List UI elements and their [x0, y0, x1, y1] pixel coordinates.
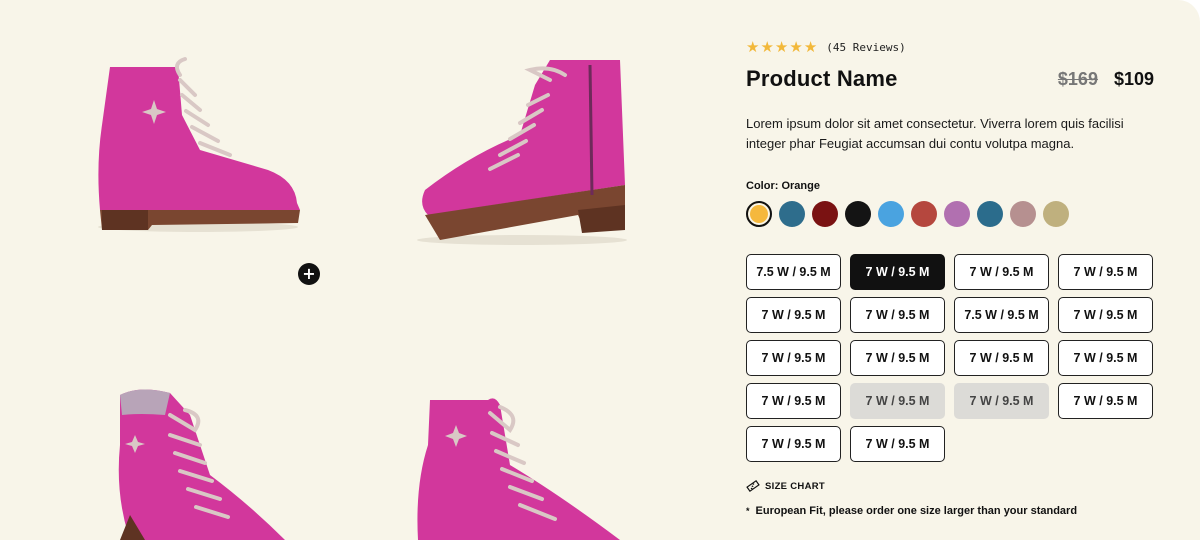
size-option[interactable]: 7 W / 9.5 M	[850, 426, 945, 462]
size-option[interactable]: 7 W / 9.5 M	[954, 254, 1049, 290]
boot-image-angle[interactable]	[410, 385, 625, 540]
star-icon: ★	[774, 38, 789, 56]
color-swatch[interactable]	[746, 201, 772, 227]
star-icon: ★	[746, 38, 760, 56]
product-name: Product Name	[746, 66, 898, 91]
boot-image-front[interactable]	[100, 385, 290, 540]
product-description: Lorem ipsum dolor sit amet consectetur. …	[746, 116, 1124, 151]
product-gallery: +	[0, 0, 730, 540]
price-group: $169 $109	[1058, 69, 1154, 90]
size-option[interactable]: 7 W / 9.5 M	[746, 426, 841, 462]
color-swatch[interactable]	[845, 201, 871, 227]
size-option[interactable]: 7 W / 9.5 M	[850, 254, 945, 290]
size-option[interactable]: 7 W / 9.5 M	[850, 297, 945, 333]
color-swatch[interactable]	[911, 201, 937, 227]
fit-note-text: European Fit, please order one size larg…	[755, 505, 1078, 517]
size-option[interactable]: 7 W / 9.5 M	[746, 340, 841, 376]
title-row: Product Name $169 $109	[746, 64, 1154, 94]
boot-image-side[interactable]	[90, 55, 305, 235]
fit-note: * European Fit, please order one size la…	[746, 505, 1154, 517]
color-swatch[interactable]	[977, 201, 1003, 227]
size-option[interactable]: 7.5 W / 9.5 M	[746, 254, 841, 290]
color-swatch[interactable]	[812, 201, 838, 227]
ruler-icon	[746, 479, 760, 493]
size-option[interactable]: 7 W / 9.5 M	[1058, 383, 1153, 419]
size-option[interactable]: 7 W / 9.5 M	[850, 340, 945, 376]
color-swatch[interactable]	[1043, 201, 1069, 227]
size-option[interactable]: 7 W / 9.5 M	[746, 297, 841, 333]
color-swatch[interactable]	[779, 201, 805, 227]
size-chart-link[interactable]: SIZE CHART	[746, 479, 1154, 493]
rating: ★ ★ ★ ★ ★ (45 Reviews)	[746, 38, 1154, 56]
size-option[interactable]: 7 W / 9.5 M	[746, 383, 841, 419]
star-icon: ★	[789, 38, 803, 56]
asterisk: *	[746, 506, 750, 516]
sale-price: $109	[1113, 68, 1154, 89]
size-option[interactable]: 7 W / 9.5 M	[1058, 340, 1153, 376]
product-card: + ★ ★ ★ ★ ★ (45 Reviews) Product Name $1…	[0, 0, 1200, 540]
product-info: ★ ★ ★ ★ ★ (45 Reviews) Product Name $169…	[746, 38, 1154, 517]
size-option[interactable]: 7 W / 9.5 M	[954, 340, 1049, 376]
original-price: $169	[1057, 68, 1098, 89]
size-option: 7 W / 9.5 M	[954, 383, 1049, 419]
size-option[interactable]: 7 W / 9.5 M	[1058, 297, 1153, 333]
color-label: Color: Orange	[746, 180, 820, 192]
size-option: 7 W / 9.5 M	[850, 383, 945, 419]
boot-image-inner[interactable]	[410, 55, 635, 250]
plus-icon[interactable]: +	[298, 263, 320, 285]
star-icon: ★	[803, 38, 818, 56]
color-swatch[interactable]	[878, 201, 904, 227]
color-swatch[interactable]	[944, 201, 970, 227]
size-grid: 7.5 W / 9.5 M7 W / 9.5 M7 W / 9.5 M7 W /…	[746, 254, 1154, 462]
size-chart-label: SIZE CHART	[765, 480, 825, 492]
color-swatch[interactable]	[1010, 201, 1036, 227]
star-icon: ★	[760, 38, 774, 56]
size-option[interactable]: 7 W / 9.5 M	[1058, 254, 1153, 290]
reviews-link[interactable]: (45 Reviews)	[826, 41, 905, 54]
color-swatches	[746, 201, 1154, 227]
size-option[interactable]: 7.5 W / 9.5 M	[954, 297, 1049, 333]
